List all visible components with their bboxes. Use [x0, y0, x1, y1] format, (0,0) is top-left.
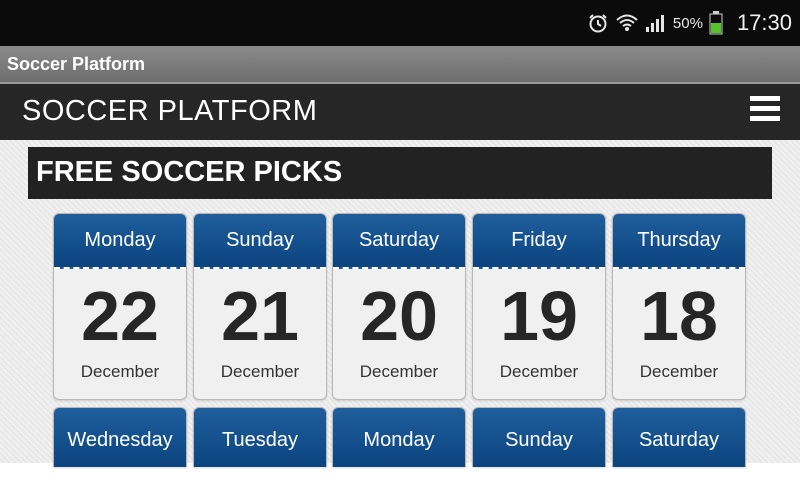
day-label: Tuesday: [194, 408, 326, 467]
alarm-icon: [587, 12, 609, 34]
date-number: 20: [360, 277, 438, 355]
month-label: December: [359, 362, 439, 381]
clock: 17:30: [736, 10, 792, 35]
date-card[interactable]: Monday 22 December: [53, 213, 187, 400]
day-label: Friday: [473, 214, 605, 269]
date-card[interactable]: Thursday 18 December: [612, 213, 746, 400]
date-card[interactable]: Tuesday: [193, 407, 327, 467]
day-label: Thursday: [613, 214, 745, 269]
date-card[interactable]: Wednesday: [53, 407, 187, 467]
month-label: December: [499, 362, 579, 381]
status-bar: 50% 17:30: [0, 0, 800, 46]
date-number: 18: [640, 277, 718, 355]
site-brand[interactable]: SOCCER PLATFORM: [22, 95, 317, 128]
battery-icon: [709, 11, 723, 35]
app-title: Soccer Platform: [7, 54, 146, 74]
section-title-bar: FREE SOCCER PICKS: [28, 147, 772, 199]
date-number: 21: [221, 277, 299, 355]
day-label: Monday: [54, 214, 186, 269]
day-label: Monday: [333, 408, 465, 467]
battery-percentage: 50%: [672, 14, 703, 32]
status-icons: 50% 17:30: [587, 0, 792, 46]
section-title: FREE SOCCER PICKS: [36, 156, 343, 188]
day-label: Sunday: [194, 214, 326, 269]
month-label: December: [80, 362, 160, 381]
month-label: December: [220, 362, 300, 381]
signal-icon: [645, 13, 667, 33]
date-card[interactable]: Sunday: [472, 407, 606, 467]
date-card[interactable]: Saturday 20 December: [332, 213, 466, 400]
date-card[interactable]: Sunday 21 December: [193, 213, 327, 400]
wifi-icon: [615, 12, 639, 34]
date-number: 22: [81, 277, 159, 355]
app-title-bar: Soccer Platform: [0, 46, 800, 84]
date-number: 19: [500, 277, 578, 355]
hamburger-menu-icon[interactable]: [750, 96, 780, 126]
site-header: SOCCER PLATFORM: [0, 84, 800, 140]
day-label: Sunday: [473, 408, 605, 467]
date-card[interactable]: Saturday: [612, 407, 746, 467]
month-label: December: [639, 362, 719, 381]
day-label: Saturday: [613, 408, 745, 467]
date-card[interactable]: Friday 19 December: [472, 213, 606, 400]
day-label: Saturday: [333, 214, 465, 269]
main-content: FREE SOCCER PICKS Monday 22 December Sun…: [0, 140, 800, 467]
day-label: Wednesday: [54, 408, 186, 467]
date-card[interactable]: Monday: [332, 407, 466, 467]
